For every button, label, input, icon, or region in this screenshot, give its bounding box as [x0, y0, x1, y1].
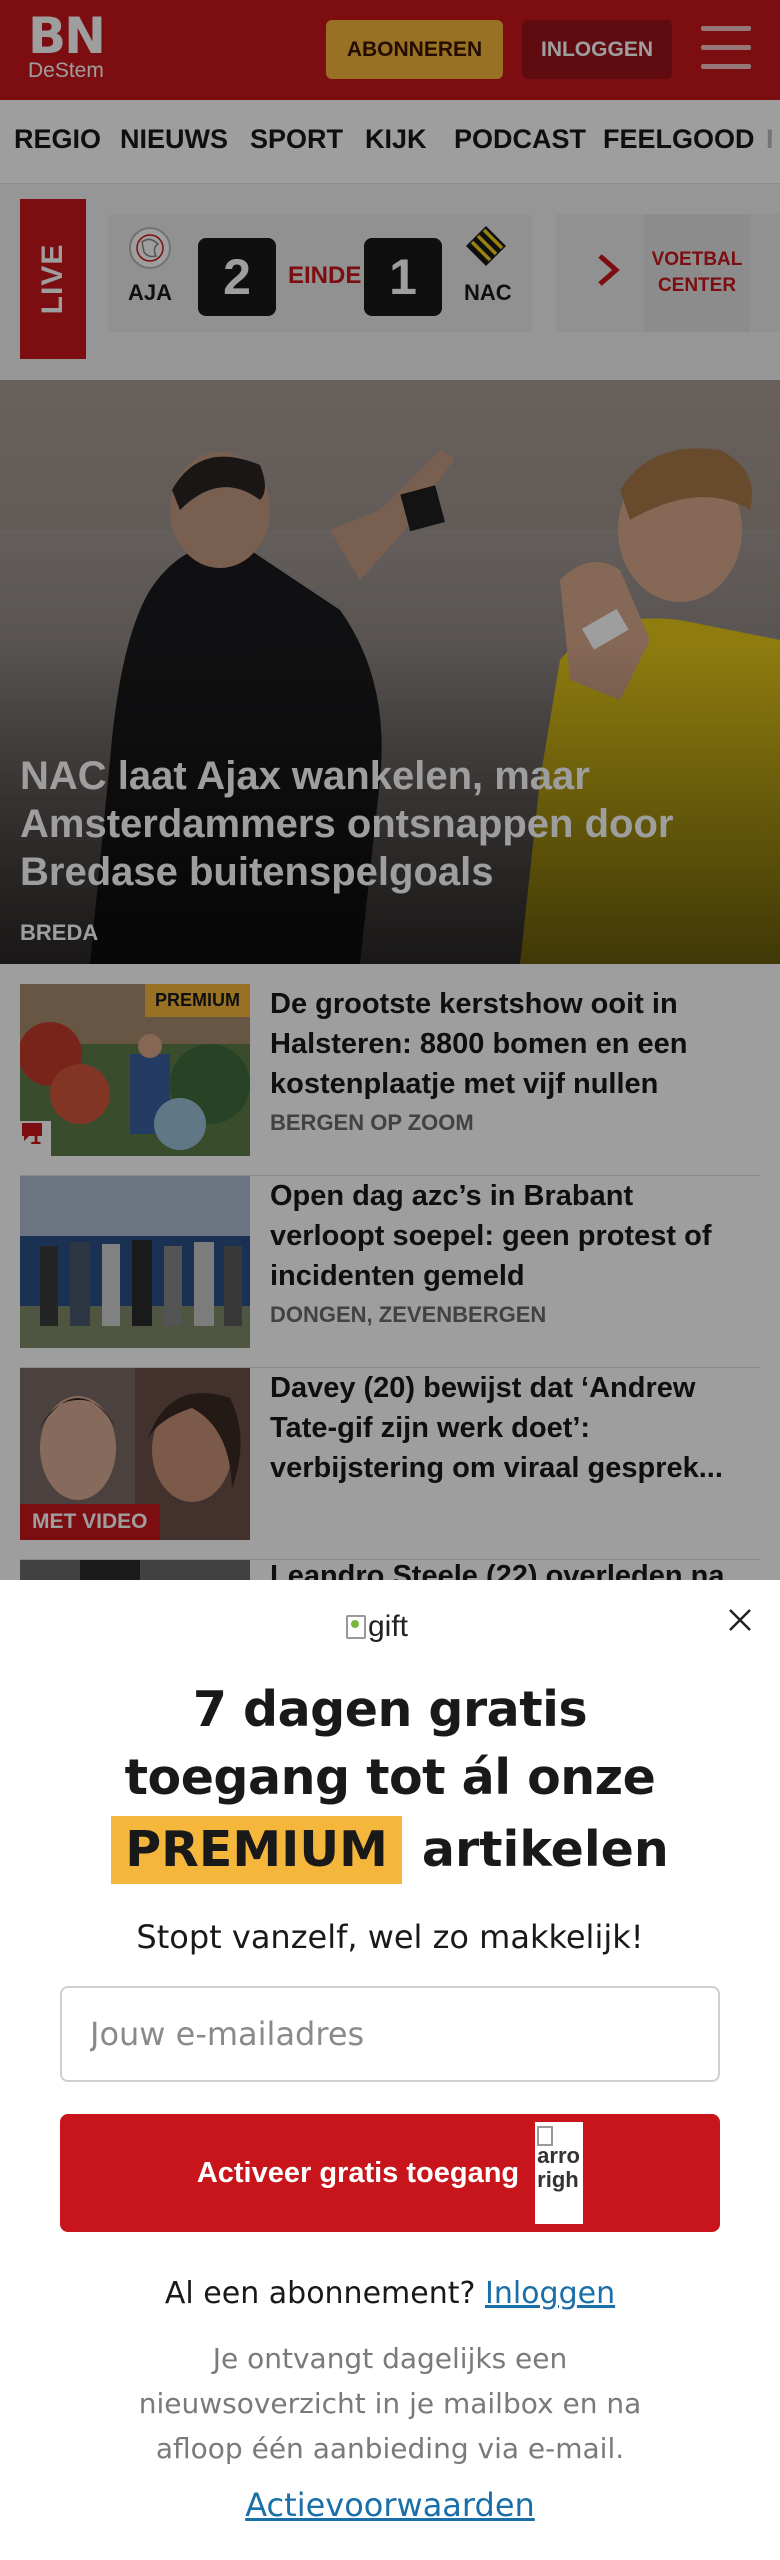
video-badge: MET VIDEO	[20, 1504, 160, 1540]
away-team-name: NAC	[464, 280, 512, 305]
headline-line-3: PREMIUM artikelen	[0, 1816, 780, 1884]
logo-sub: DeStem	[28, 59, 104, 82]
already-subscribed: Al een abonnement? Inloggen	[0, 2276, 780, 2311]
login-link[interactable]: Inloggen	[485, 2276, 615, 2311]
nav-item-regio[interactable]: REGIO	[14, 124, 101, 155]
article-title[interactable]: Open dag azc’s in Brabant verloopt soepe…	[270, 1176, 750, 1296]
live-badge: LIVE	[20, 199, 86, 359]
headline-line-2: toegang tot ál onze	[124, 1749, 656, 1806]
close-icon[interactable]	[722, 1602, 758, 1638]
main-nav: REGIO NIEUWS SPORT KIJK PODCAST FEELGOOD…	[0, 100, 780, 184]
voetbal-center-label: VOETBAL CENTER	[644, 214, 750, 332]
list-item[interactable]: MET VIDEO Davey (20) bewijst dat ‘Andrew…	[20, 1368, 760, 1560]
hero-article[interactable]: NAC laat Ajax wankelen, maar Amsterdamme…	[0, 380, 780, 964]
list-item[interactable]: Open dag azc’s in Brabant verloopt soepe…	[20, 1176, 760, 1368]
gift-icon	[346, 1615, 366, 1639]
terms-link[interactable]: Actievoorwaarden	[0, 2486, 780, 2524]
modal-info-text: Je ontvangt dagelijks een nieuwsoverzich…	[138, 2342, 642, 2465]
premium-offer-modal: gift 7 dagen gratis toegang tot ál onze …	[0, 1580, 780, 2560]
gift-image: gift	[346, 1610, 408, 1644]
article-title[interactable]: Davey (20) bewijst dat ‘Andrew Tate-gif …	[270, 1368, 750, 1488]
home-score: 2	[198, 238, 276, 316]
premium-badge: PREMIUM	[145, 984, 250, 1017]
voetbal-center-link[interactable]: VOETBAL CENTER	[556, 214, 780, 332]
logo-main: BN	[28, 7, 106, 65]
nav-item-sport[interactable]: SPORT	[250, 124, 343, 155]
gift-alt-text: gift	[368, 1610, 409, 1643]
site-logo[interactable]: BN DeStem	[28, 7, 106, 82]
activate-label: Activeer gratis toegang	[196, 2156, 520, 2189]
article-location: BERGEN OP ZOOM	[270, 1110, 474, 1135]
site-header: BN DeStem ABONNEREN INLOGGEN	[0, 0, 780, 100]
already-text: Al een abonnement?	[164, 2276, 476, 2311]
headline-artikelen: artikelen	[421, 1821, 669, 1878]
menu-icon[interactable]	[701, 26, 751, 72]
arrow-alt-text: arro righ	[537, 2143, 580, 2192]
match-status: EINDE	[288, 262, 362, 289]
hero-title[interactable]: NAC laat Ajax wankelen, maar Amsterdamme…	[20, 752, 740, 896]
article-title[interactable]: Leandro Steele (22) overleden na	[270, 1560, 750, 1580]
article-thumbnail: PREMIUM 1	[20, 984, 250, 1156]
away-score: 1	[364, 238, 442, 316]
headline-line-1: 7 dagen gratis	[192, 1681, 588, 1738]
subscribe-button[interactable]: ABONNEREN	[326, 20, 503, 79]
match-card[interactable]: AJA 2 EINDE 1 NAC	[108, 214, 532, 332]
list-item[interactable]: PREMIUM 1 De grootste kerstshow ooit in …	[20, 984, 760, 1176]
ajax-logo-icon	[129, 227, 171, 269]
email-field[interactable]	[60, 1986, 720, 2082]
modal-headline: 7 dagen gratis toegang tot ál onze	[0, 1676, 780, 1812]
live-scoreboard: LIVE AJA 2 EINDE 1 NAC VOETBAL CENTER	[0, 184, 780, 380]
comment-count-badge[interactable]: 1	[20, 1121, 52, 1156]
live-label: LIVE	[36, 243, 69, 315]
nav-item-kijk[interactable]: KIJK	[365, 124, 427, 155]
nav-item-nieuws[interactable]: NIEUWS	[120, 124, 228, 155]
nav-item-partial[interactable]: I	[766, 124, 774, 155]
list-item[interactable]: Leandro Steele (22) overleden na	[20, 1560, 760, 1580]
nav-item-podcast[interactable]: PODCAST	[454, 124, 586, 155]
article-thumbnail: MET VIDEO	[20, 1368, 250, 1540]
premium-highlight: PREMIUM	[111, 1816, 402, 1884]
arrow-right-icon: arro righ	[535, 2122, 584, 2224]
article-thumbnail	[20, 1560, 250, 1580]
activate-button[interactable]: Activeer gratis toegang arro righ	[60, 2114, 720, 2232]
modal-subline: Stopt vanzelf, wel zo makkelijk!	[136, 1918, 644, 1956]
comment-icon	[22, 1123, 42, 1141]
login-button[interactable]: INLOGGEN	[522, 20, 672, 79]
chevron-right-icon	[598, 254, 620, 286]
article-thumbnail	[20, 1176, 250, 1348]
article-location: DONGEN, ZEVENBERGEN	[270, 1302, 547, 1327]
article-title[interactable]: De grootste kerstshow ooit in Halsteren:…	[270, 984, 750, 1104]
hero-location: BREDA	[20, 920, 99, 945]
home-team-name: AJA	[128, 280, 173, 305]
nav-item-feelgood[interactable]: FEELGOOD	[603, 124, 755, 155]
nac-logo-icon	[466, 226, 506, 266]
